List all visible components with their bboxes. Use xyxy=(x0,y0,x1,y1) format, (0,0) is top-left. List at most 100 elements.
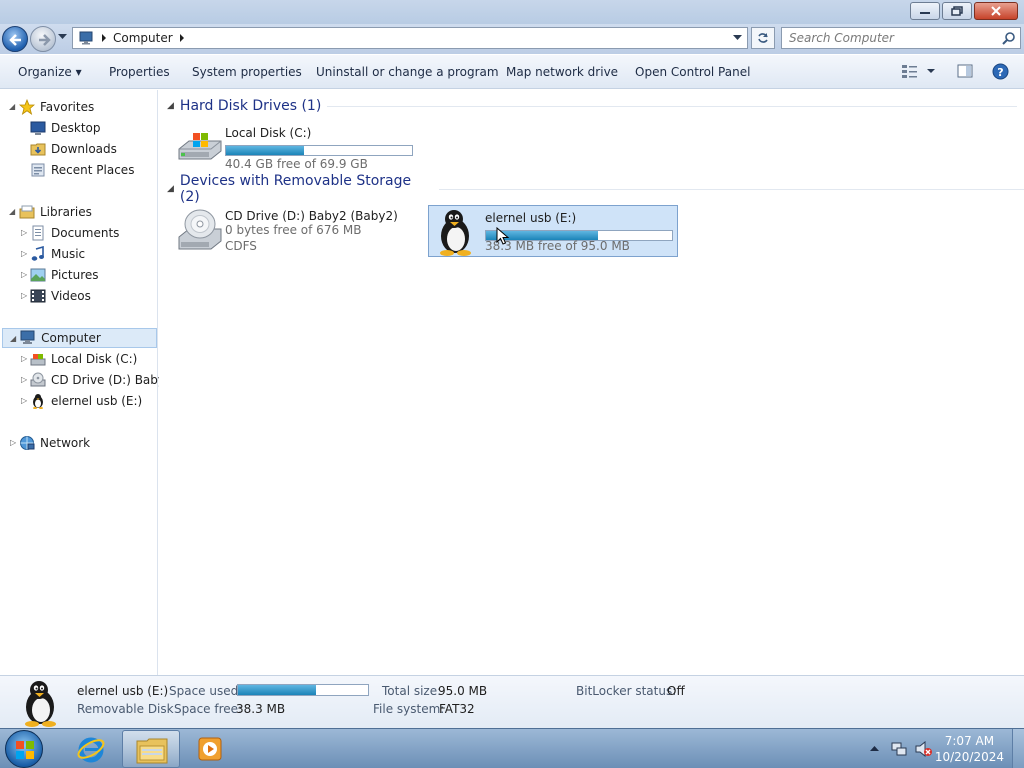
details-space-used-label: Space used: xyxy=(169,684,243,698)
show-desktop-button[interactable] xyxy=(1012,729,1024,768)
nav-network[interactable]: Network xyxy=(19,433,90,453)
documents-icon xyxy=(32,225,44,241)
drive-tile-c[interactable]: Local Disk (C:) 40.4 GB free of 69.9 GB xyxy=(173,121,423,171)
expand-pictures-icon[interactable]: ▷ xyxy=(21,270,27,279)
forward-button[interactable] xyxy=(30,26,56,52)
drive-tile-e[interactable]: elernel usb (E:) 38.3 MB free of 95.0 MB xyxy=(428,205,678,257)
uninstall-program-button[interactable]: Uninstall or change a program xyxy=(316,65,499,79)
libraries-icon xyxy=(19,205,35,219)
breadcrumb-computer[interactable]: Computer xyxy=(113,31,173,45)
clock-date: 10/20/2024 xyxy=(934,750,1004,764)
preview-pane-icon[interactable] xyxy=(957,63,973,79)
nav-recent-places[interactable]: Recent Places xyxy=(30,160,134,180)
expand-music-icon[interactable]: ▷ xyxy=(21,249,27,258)
collapse-favorites-icon[interactable]: ◢ xyxy=(9,102,15,111)
nav-libraries[interactable]: Libraries xyxy=(19,202,92,222)
details-space-free-value: 38.3 MB xyxy=(236,702,286,716)
change-view-icon[interactable] xyxy=(901,63,937,79)
nav-libraries-label: Libraries xyxy=(40,205,92,219)
details-drive-name: elernel usb (E:) xyxy=(77,684,169,698)
drive-e-name: elernel usb (E:) xyxy=(485,211,577,225)
minimize-button[interactable] xyxy=(910,2,940,20)
expand-usb-icon[interactable]: ▷ xyxy=(21,396,27,405)
nav-videos[interactable]: Videos xyxy=(30,286,91,306)
taskbar-windows-explorer[interactable] xyxy=(122,730,180,768)
nav-desktop-label: Desktop xyxy=(51,121,101,135)
videos-icon xyxy=(30,289,46,303)
network-status-icon[interactable] xyxy=(890,741,908,757)
recent-pages-dropdown-icon[interactable] xyxy=(58,34,67,40)
mouse-cursor-icon xyxy=(496,227,510,245)
chevron-right-icon[interactable] xyxy=(179,34,185,42)
nav-local-disk-label: Local Disk (C:) xyxy=(51,352,138,366)
hard-drive-icon xyxy=(178,133,222,160)
expand-cd-drive-icon[interactable]: ▷ xyxy=(21,375,27,384)
drive-c-usage-bar xyxy=(225,145,413,156)
nav-pictures[interactable]: Pictures xyxy=(30,265,99,285)
nav-downloads-label: Downloads xyxy=(51,142,117,156)
back-button[interactable] xyxy=(2,26,28,52)
taskbar-media-player[interactable] xyxy=(182,730,240,768)
minimize-icon xyxy=(920,12,930,14)
nav-favorites[interactable]: Favorites xyxy=(19,97,94,117)
search-input[interactable] xyxy=(782,28,992,48)
expand-documents-icon[interactable]: ▷ xyxy=(21,228,27,237)
taskbar-internet-explorer[interactable] xyxy=(62,730,120,768)
nav-usb-drive[interactable]: elernel usb (E:) xyxy=(30,391,142,411)
collapse-computer-icon[interactable]: ◢ xyxy=(10,334,16,343)
drive-tile-d[interactable]: CD Drive (D:) Baby2 (Baby2) 0 bytes free… xyxy=(173,204,423,254)
details-bitlocker-label: BitLocker status: xyxy=(576,684,677,698)
properties-button[interactable]: Properties xyxy=(109,65,170,79)
start-button[interactable] xyxy=(5,730,43,768)
taskbar: 7:07 AM 10/20/2024 xyxy=(0,728,1024,768)
folder-icon xyxy=(136,738,168,764)
system-properties-button[interactable]: System properties xyxy=(192,65,302,79)
group-header-hard-disk[interactable]: ◢ Hard Disk Drives (1) xyxy=(167,95,1018,117)
address-row: Computer xyxy=(0,24,1024,54)
restore-button[interactable] xyxy=(942,2,972,20)
show-hidden-icons-icon[interactable] xyxy=(870,745,879,751)
nav-documents[interactable]: Documents xyxy=(30,223,119,243)
computer-icon xyxy=(79,31,93,45)
windows-logo-icon xyxy=(16,741,34,759)
expand-local-disk-icon[interactable]: ▷ xyxy=(21,354,27,363)
nav-local-disk[interactable]: Local Disk (C:) xyxy=(30,349,137,369)
downloads-folder-icon xyxy=(30,143,46,156)
nav-downloads[interactable]: Downloads xyxy=(30,139,117,159)
pictures-icon xyxy=(30,268,46,282)
computer-icon xyxy=(20,330,35,344)
system-clock[interactable]: 7:07 AM 10/20/2024 xyxy=(935,733,1004,765)
nav-cd-drive[interactable]: CD Drive (D:) Baby2 xyxy=(30,370,173,390)
navigation-pane: ◢ Favorites Desktop Downloads Recent Pla… xyxy=(0,90,173,675)
volume-muted-icon[interactable] xyxy=(915,741,933,757)
chevron-right-icon[interactable] xyxy=(101,34,107,42)
nav-music[interactable]: Music xyxy=(30,244,85,264)
penguin-icon xyxy=(440,210,471,256)
nav-videos-label: Videos xyxy=(51,289,91,303)
expand-network-icon[interactable]: ▷ xyxy=(10,438,16,447)
nav-recent-places-label: Recent Places xyxy=(51,163,135,177)
collapse-libraries-icon[interactable]: ◢ xyxy=(9,207,15,216)
details-total-label: Total size: xyxy=(382,684,442,698)
open-control-panel-button[interactable]: Open Control Panel xyxy=(635,65,750,79)
help-icon[interactable]: ? xyxy=(992,63,1009,80)
close-button[interactable] xyxy=(974,2,1018,20)
expand-videos-icon[interactable]: ▷ xyxy=(21,291,27,300)
close-icon xyxy=(991,6,1001,16)
media-player-icon xyxy=(198,737,222,761)
command-bar: Organize ▾ Properties System properties … xyxy=(0,55,1024,89)
nav-desktop[interactable]: Desktop xyxy=(30,118,101,138)
map-network-drive-button[interactable]: Map network drive xyxy=(506,65,618,79)
address-dropdown-icon[interactable] xyxy=(733,35,742,41)
title-bar xyxy=(0,0,1024,24)
group-header-removable[interactable]: ◢ Devices with Removable Storage (2) xyxy=(167,173,1024,205)
details-drive-type: Removable Disk xyxy=(77,702,174,716)
refresh-button[interactable] xyxy=(751,27,775,49)
organize-label: Organize xyxy=(18,65,72,79)
details-fs-label: File system: xyxy=(373,702,445,716)
nav-computer[interactable]: ◢ Computer xyxy=(2,328,157,348)
details-bitlocker-value: Off xyxy=(667,684,685,698)
address-bar[interactable]: Computer xyxy=(72,27,748,49)
organize-button[interactable]: Organize ▾ xyxy=(18,65,82,79)
search-icon[interactable] xyxy=(1002,31,1016,45)
